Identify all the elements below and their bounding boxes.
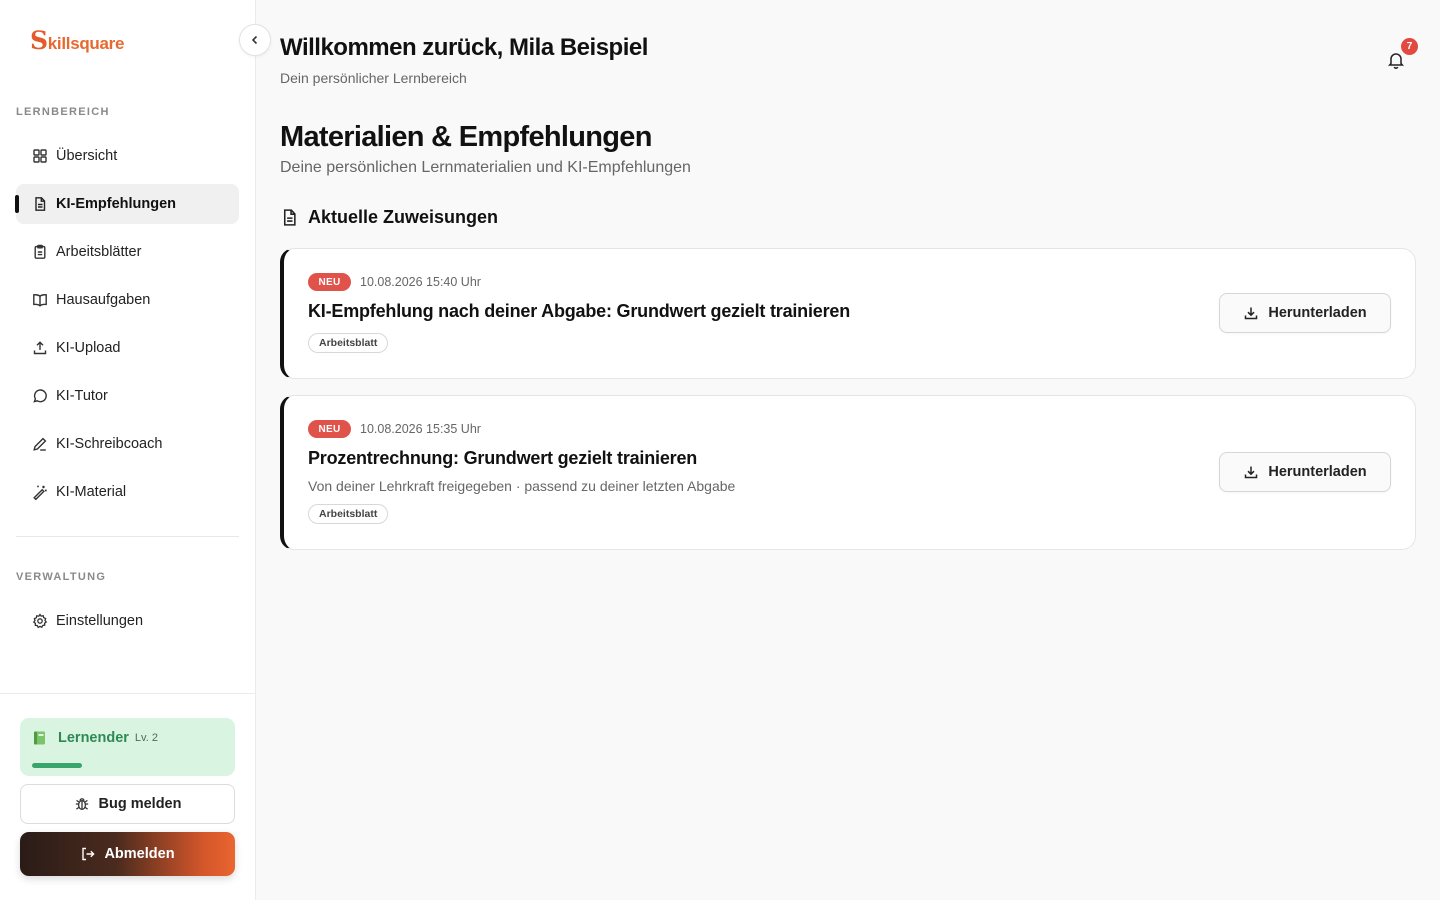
section-label-learning: LERNBEREICH (16, 106, 110, 118)
sidebar-item-label: KI-Material (56, 484, 127, 500)
sidebar-divider (16, 536, 239, 537)
download-button[interactable]: Herunterladen (1219, 452, 1391, 492)
pen-icon (32, 436, 48, 452)
sidebar-item-ki-material[interactable]: KI-Material (16, 472, 239, 512)
section-label-admin: VERWALTUNG (16, 571, 107, 583)
welcome-heading: Willkommen zurück, Mila Beispiel (280, 34, 648, 61)
assignment-description: Von deiner Lehrkraft freigegeben · passe… (308, 478, 736, 494)
clipboard-icon (32, 244, 48, 260)
sidebar-item-einstellungen[interactable]: Einstellungen (16, 601, 239, 641)
collapse-sidebar-button[interactable] (239, 24, 271, 56)
sidebar-item-label: Übersicht (56, 148, 118, 164)
logout-button-label: Abmelden (104, 846, 175, 862)
level-progress-bar (32, 763, 82, 768)
upload-icon (32, 340, 48, 356)
gear-icon (32, 613, 48, 629)
chat-bubble-icon (32, 388, 48, 404)
assignment-title[interactable]: KI-Empfehlung nach deiner Abgabe: Grundw… (308, 301, 850, 322)
assignment-date: 10.08.2026 15:40 Uhr (360, 275, 481, 289)
sidebar-item-label: KI-Upload (56, 340, 121, 356)
sidebar-item-label: KI-Tutor (56, 388, 108, 404)
logo-text: killsquare (47, 34, 125, 53)
sidebar-item-ki-empfehlungen[interactable]: KI-Empfehlungen (15, 184, 239, 224)
sidebar-item-label: KI-Empfehlungen (56, 196, 177, 212)
bug-icon (75, 798, 88, 811)
logout-button[interactable]: Abmelden (20, 832, 235, 876)
sidebar-item-arbeitsblaetter[interactable]: Arbeitsblätter (16, 232, 239, 272)
bug-report-button[interactable]: Bug melden (20, 784, 235, 824)
notification-bell-button[interactable] (1386, 50, 1406, 70)
assignment-type-tag: Arbeitsblatt (308, 333, 389, 353)
sidebar-item-label: Arbeitsblätter (56, 244, 142, 260)
level-card: Lernender Lv. 2 (20, 718, 235, 776)
page-title: Materialien & Empfehlungen (280, 121, 652, 153)
document-icon (32, 196, 48, 212)
new-badge: NEU (308, 420, 351, 438)
brand-logo[interactable]: Skillsquare (30, 26, 124, 55)
sidebar: Skillsquare LERNBEREICH Übersicht KI-Emp… (0, 0, 256, 900)
level-name: Lernender (58, 730, 129, 746)
magic-wand-icon (32, 484, 48, 500)
download-icon (1245, 307, 1258, 320)
sidebar-item-label: Hausaufgaben (56, 292, 151, 308)
level-number: Lv. 2 (134, 732, 158, 744)
section-heading-text: Aktuelle Zuweisungen (308, 207, 499, 227)
assignment-title[interactable]: Prozentrechnung: Grundwert gezielt train… (308, 448, 697, 469)
sidebar-item-ki-tutor[interactable]: KI-Tutor (16, 376, 239, 416)
download-button[interactable]: Herunterladen (1219, 293, 1391, 333)
sidebar-item-label: KI-Schreibcoach (56, 436, 163, 452)
logo-letter: S (30, 26, 48, 55)
assignment-type-tag: Arbeitsblatt (308, 504, 389, 524)
sidebar-item-ki-schreibcoach[interactable]: KI-Schreibcoach (16, 424, 239, 464)
page-subtitle: Deine persönlichen Lernmaterialien und K… (280, 159, 691, 176)
section-heading: Aktuelle Zuweisungen (280, 207, 498, 228)
assignment-meta: NEU 10.08.2026 15:35 Uhr (308, 420, 481, 438)
bell-icon (1388, 53, 1404, 69)
notification-count-badge: 7 (1401, 38, 1418, 55)
sidebar-bottom-divider (0, 693, 256, 694)
assignment-card: NEU 10.08.2026 15:40 Uhr KI-Empfehlung n… (280, 248, 1416, 379)
new-badge: NEU (308, 273, 351, 291)
assignment-meta: NEU 10.08.2026 15:40 Uhr (308, 273, 481, 291)
welcome-subtitle: Dein persönlicher Lernbereich (280, 70, 467, 86)
download-button-label: Herunterladen (1268, 464, 1367, 480)
sidebar-item-uebersicht[interactable]: Übersicht (16, 136, 239, 176)
sidebar-item-ki-upload[interactable]: KI-Upload (16, 328, 239, 368)
sidebar-item-label: Einstellungen (56, 613, 144, 629)
chevron-left-icon (251, 35, 258, 45)
grid-icon (32, 148, 48, 164)
bug-button-label: Bug melden (98, 796, 182, 812)
download-button-label: Herunterladen (1268, 305, 1367, 321)
download-icon (1245, 466, 1258, 479)
sidebar-item-hausaufgaben[interactable]: Hausaufgaben (16, 280, 239, 320)
green-book-icon (32, 730, 48, 746)
book-open-icon (32, 292, 48, 308)
document-icon (283, 209, 296, 226)
logout-icon (82, 847, 96, 861)
assignment-card: NEU 10.08.2026 15:35 Uhr Prozentrechnung… (280, 395, 1416, 550)
assignment-date: 10.08.2026 15:35 Uhr (360, 422, 481, 436)
